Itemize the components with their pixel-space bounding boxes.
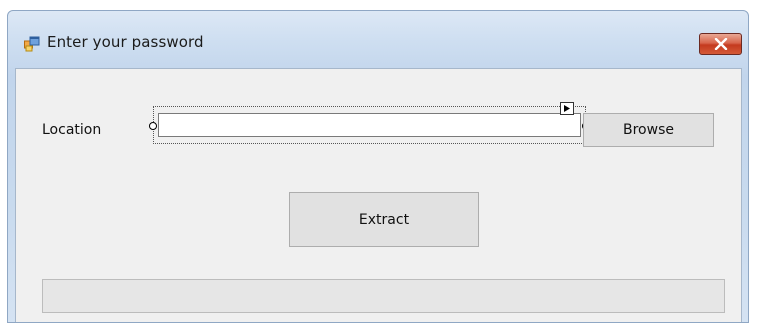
title-bar[interactable]: Enter your password — [8, 11, 748, 71]
close-icon — [714, 38, 728, 50]
left-resize-handle[interactable] — [149, 122, 157, 130]
client-area: Location Browse Extract — [15, 68, 742, 322]
smart-tag-button[interactable] — [560, 102, 574, 115]
browse-button[interactable]: Browse — [583, 113, 714, 147]
app-window-icon — [24, 36, 40, 52]
close-button[interactable] — [699, 33, 742, 55]
progress-bar — [42, 279, 725, 313]
extract-button[interactable]: Extract — [289, 192, 479, 247]
location-label: Location — [42, 122, 102, 138]
window-title: Enter your password — [47, 33, 204, 51]
location-input[interactable] — [158, 113, 581, 137]
dialog-window: Enter your password Location Browse Extr… — [7, 10, 749, 323]
location-field-selection — [149, 106, 590, 144]
smart-tag-arrow-icon — [564, 105, 570, 112]
